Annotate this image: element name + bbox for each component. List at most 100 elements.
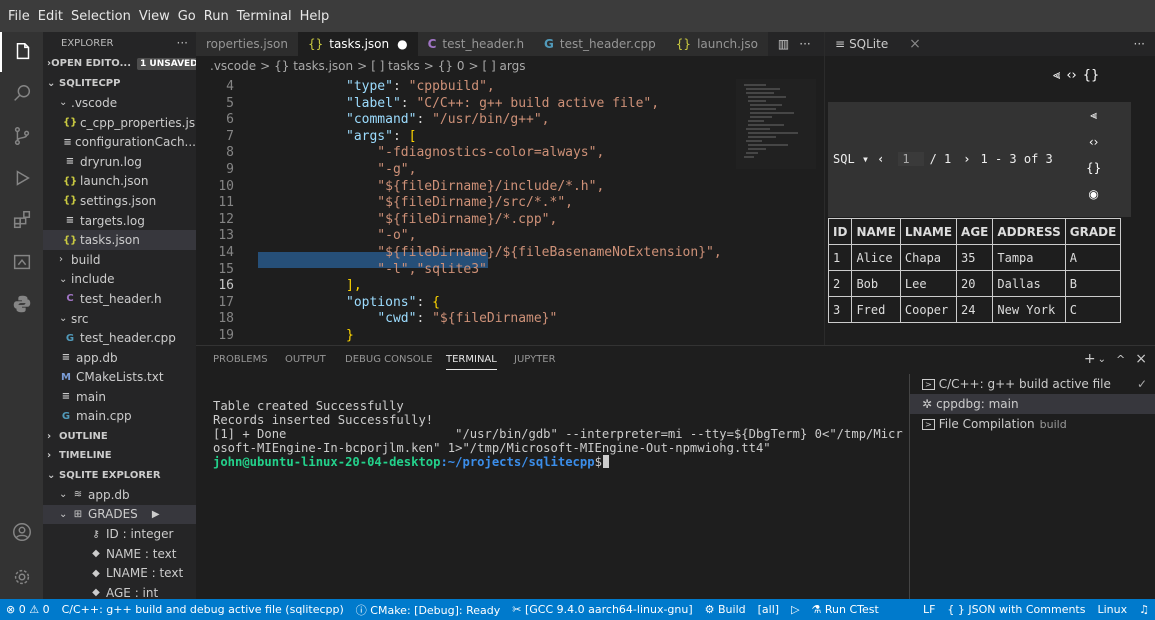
code-icon[interactable]: ‹›	[1089, 135, 1099, 149]
query-mode-select[interactable]: SQL ▾	[833, 152, 869, 166]
table-cell[interactable]: Bob	[851, 270, 901, 297]
column-header[interactable]: GRADE	[1064, 218, 1122, 245]
file-tree-item[interactable]: ⌄ src	[43, 309, 196, 329]
file-tree-item[interactable]: ≡ main	[43, 387, 196, 407]
export-csv-icon[interactable]: ⫷	[1053, 68, 1060, 83]
file-tree-item[interactable]: ⌄ include	[43, 270, 196, 290]
tab-debug-console[interactable]: DEBUG CONSOLE	[345, 354, 433, 365]
menu-run[interactable]: Run	[200, 9, 233, 24]
debug-config-status[interactable]: C/C++: g++ build and debug active file (…	[56, 603, 350, 616]
tab-terminal[interactable]: TERMINAL	[446, 354, 497, 370]
column-item[interactable]: ⚷ ID : integer	[43, 524, 196, 544]
build-target[interactable]: [all]	[752, 603, 785, 616]
breadcrumb-item[interactable]: .vscode	[210, 59, 256, 73]
tab-tasks-json[interactable]: {} tasks.json ●	[297, 32, 418, 56]
run-debug-activity[interactable]	[0, 158, 43, 198]
maximize-panel-icon[interactable]: ^	[1116, 353, 1125, 367]
file-tree-item[interactable]: {} tasks.json	[43, 230, 196, 250]
run-icon[interactable]: ▷	[785, 603, 805, 616]
table-item-grades[interactable]: ⌄ ⊞ GRADES ▶	[43, 504, 196, 525]
column-item[interactable]: ◆ AGE : int	[43, 583, 196, 599]
terminal-item-file-compilation[interactable]: > File Compilation build	[910, 414, 1155, 434]
column-item[interactable]: ◆ NAME : text	[43, 544, 196, 564]
eye-icon[interactable]: ◉	[1088, 187, 1098, 201]
language-mode[interactable]: { } JSON with Comments	[941, 603, 1091, 616]
table-cell[interactable]: Lee	[899, 270, 958, 297]
file-tree-item[interactable]: ≡ app.db	[43, 348, 196, 368]
sqlite-tab-label[interactable]: SQLite	[849, 37, 899, 51]
workspace-section[interactable]: ⌄ SQLITECPP	[43, 74, 196, 94]
outline-section[interactable]: › OUTLINE	[43, 426, 196, 446]
table-cell[interactable]: 20	[956, 270, 994, 297]
explorer-more-button[interactable]: ···	[177, 36, 188, 50]
next-page-icon[interactable]: ›	[963, 152, 970, 166]
file-tree-item[interactable]: Gmain.cpp	[43, 407, 196, 427]
column-header[interactable]: NAME	[851, 218, 901, 245]
breadcrumb-item[interactable]: {} 0	[438, 59, 465, 73]
menu-go[interactable]: Go	[174, 9, 200, 24]
explorer-activity[interactable]	[0, 32, 43, 72]
file-tree-item[interactable]: {} c_cpp_properties.js...	[43, 113, 196, 133]
menu-terminal[interactable]: Terminal	[233, 9, 296, 24]
search-activity[interactable]	[0, 74, 43, 114]
column-header[interactable]: LNAME	[899, 218, 958, 245]
new-terminal-icon[interactable]: +	[1084, 351, 1096, 367]
file-tree-item[interactable]: {} settings.json	[43, 191, 196, 211]
table-cell[interactable]: B	[1064, 270, 1122, 297]
open-editors-section[interactable]: › OPEN EDITO... 1 UNSAVED	[43, 54, 196, 74]
terminal-item-cppdbg[interactable]: ✲ cppdbg: main	[910, 394, 1155, 414]
close-panel-icon[interactable]: ×	[1135, 351, 1147, 367]
extensions-activity[interactable]	[0, 200, 43, 240]
tab-test-header-cpp[interactable]: Gtest_header.cpp	[534, 32, 666, 56]
code-editor[interactable]: 4 "type": "cppbuild", 5 "label": "C/C++: g+…	[196, 79, 736, 345]
code-icon[interactable]: ‹›	[1066, 68, 1076, 83]
manage-activity[interactable]	[0, 557, 43, 597]
prev-page-icon[interactable]: ‹	[877, 152, 884, 166]
problems-status[interactable]: ⊗ 0 ⚠ 0	[0, 603, 56, 616]
file-tree-item[interactable]: ≡ configurationCach...	[43, 132, 196, 152]
kit-status[interactable]: ✂ [GCC 9.4.0 aarch64-linux-gnu]	[506, 603, 698, 616]
accounts-activity[interactable]	[0, 512, 43, 552]
tab-jupyter[interactable]: JUPYTER	[514, 354, 556, 365]
tab-launch-json[interactable]: {} launch.jso	[665, 32, 768, 56]
menu-view[interactable]: View	[135, 9, 174, 24]
menu-edit[interactable]: Edit	[34, 9, 67, 24]
sqlite-explorer-section[interactable]: ⌄ SQLITE EXPLORER	[43, 465, 196, 485]
tab-problems[interactable]: PROBLEMS	[213, 354, 268, 365]
terminal-item-build[interactable]: > C/C++: g++ build active file ✓	[910, 374, 1155, 394]
column-header[interactable]: ID	[827, 218, 853, 245]
file-tree-item[interactable]: Ctest_header.h	[43, 289, 196, 309]
table-cell[interactable]: New York	[992, 296, 1066, 323]
run-ctest-button[interactable]: ⚗ Run CTest	[806, 603, 885, 616]
file-tree-item[interactable]: ⌄ .vscode	[43, 93, 196, 113]
table-cell[interactable]: Cooper	[899, 296, 958, 323]
table-cell[interactable]: 2	[827, 270, 853, 297]
tab-c-cpp-properties[interactable]: roperties.json	[196, 32, 298, 56]
table-cell[interactable]: Alice	[851, 244, 901, 271]
build-button[interactable]: ⚙ Build	[699, 603, 752, 616]
table-cell[interactable]: Dallas	[992, 270, 1066, 297]
source-control-activity[interactable]	[0, 116, 43, 156]
breadcrumb-item[interactable]: [ ] tasks	[371, 59, 420, 73]
menu-help[interactable]: Help	[296, 9, 334, 24]
table-cell[interactable]: 24	[956, 296, 994, 323]
tab-test-header-h[interactable]: Ctest_header.h	[417, 32, 535, 56]
menu-selection[interactable]: Selection	[67, 9, 135, 24]
chevron-down-icon[interactable]: ⌄	[1098, 354, 1106, 367]
db-item[interactable]: ⌄ ≋ app.db	[43, 485, 196, 505]
minimap[interactable]	[736, 79, 816, 345]
python-activity[interactable]	[0, 284, 43, 324]
table-cell[interactable]: Fred	[851, 296, 901, 323]
table-cell[interactable]: 35	[956, 244, 994, 271]
terminal-output[interactable]: Table created Successfully Records insert…	[213, 399, 903, 469]
platform-status[interactable]: Linux	[1091, 603, 1133, 616]
tab-output[interactable]: OUTPUT	[285, 354, 326, 365]
editor-more-button[interactable]: ···	[799, 37, 810, 51]
table-cell[interactable]: 1	[827, 244, 853, 271]
file-tree-item[interactable]: ≡ dryrun.log	[43, 152, 196, 172]
export-icon[interactable]: ⫷	[1090, 108, 1097, 123]
menu-file[interactable]: File	[4, 9, 34, 24]
file-tree-item[interactable]: ≡ targets.log	[43, 211, 196, 231]
json-braces-icon[interactable]: {}	[1086, 161, 1101, 175]
unsaved-dot-icon[interactable]: ●	[397, 37, 407, 51]
